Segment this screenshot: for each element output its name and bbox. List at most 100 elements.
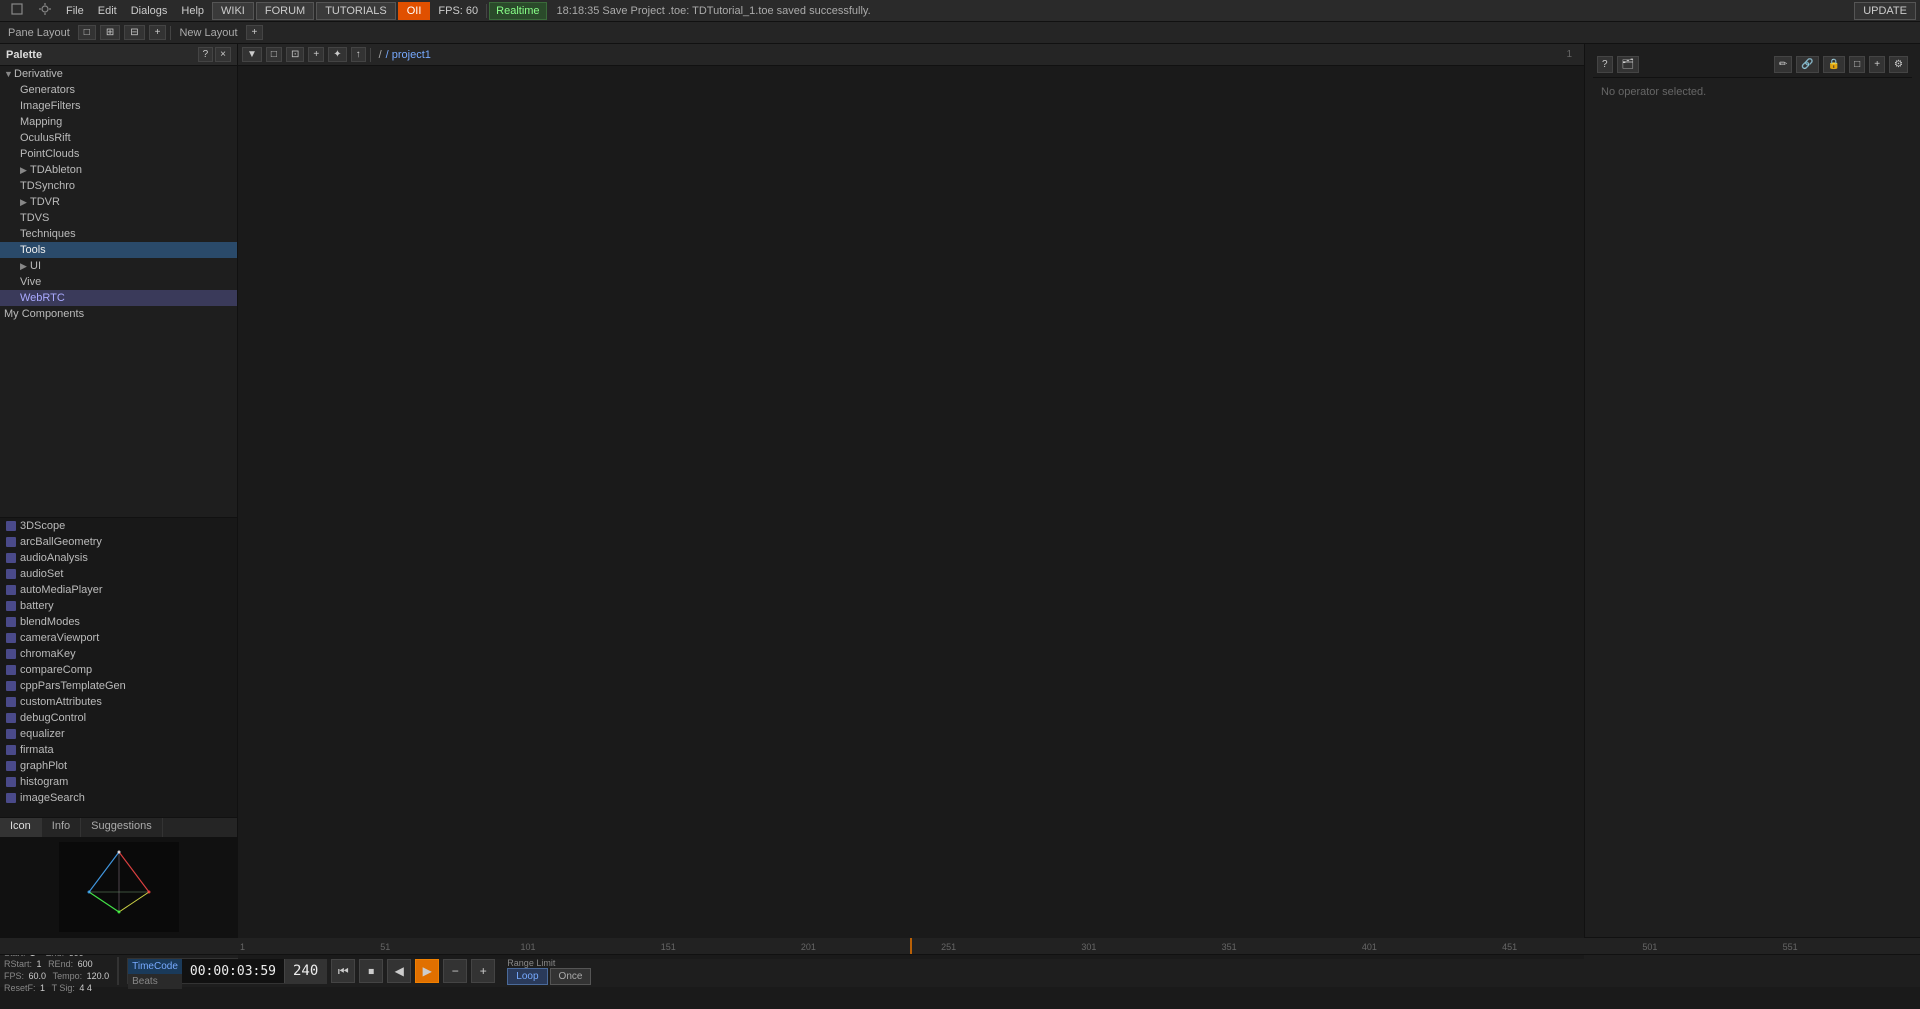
op-tool-pencil[interactable]: ✏	[1774, 56, 1792, 73]
tree-item-tools[interactable]: Tools	[0, 242, 237, 258]
tree-item-mapping[interactable]: Mapping	[0, 114, 237, 130]
canvas-background[interactable]	[238, 66, 1584, 959]
nav-btn-grid[interactable]: ⊡	[286, 47, 304, 62]
menu-help[interactable]: Help	[175, 3, 210, 19]
tempo-label: Tempo:	[53, 971, 83, 981]
timecode-display[interactable]: TimeCode Beats 00:00:03:59 240	[127, 958, 327, 984]
breadcrumb-project[interactable]: / project1	[386, 49, 431, 61]
center-canvas[interactable]: ▼ □ ⊡ + ✦ ↑ / / project1 1	[238, 44, 1585, 937]
menu-file[interactable]: File	[60, 3, 90, 19]
tree-item-pointclouds[interactable]: PointClouds	[0, 146, 237, 162]
tree-item-my-components[interactable]: My Components	[0, 306, 237, 322]
canvas-value-display: 1	[1558, 49, 1580, 60]
transport-stop[interactable]: ⏹	[359, 959, 383, 983]
tab-forum[interactable]: FORUM	[256, 2, 314, 20]
pane-layout-btn-1[interactable]: □	[78, 25, 96, 40]
range-btn-once[interactable]: Once	[550, 968, 592, 985]
tree-item-tdableton[interactable]: ▶ TDAbleton	[0, 162, 237, 178]
comp-item-3dscope[interactable]: 3DScope	[0, 518, 237, 534]
component-list: 3DScope arcBallGeometry audioAnalysis au…	[0, 517, 237, 817]
tab-oii[interactable]: OII	[398, 2, 431, 20]
timecode-label: TimeCode	[128, 959, 182, 974]
new-layout-label: New Layout	[175, 27, 241, 39]
comp-item-cameraviewport[interactable]: cameraViewport	[0, 630, 237, 646]
rend-value: 600	[78, 959, 93, 969]
comp-item-chromakey[interactable]: chromaKey	[0, 646, 237, 662]
pane-layout-btn-2[interactable]: ⊞	[100, 25, 120, 40]
tree-item-tdsynchro[interactable]: TDSynchro	[0, 178, 237, 194]
comp-icon-audioanalysis	[6, 553, 16, 563]
transport-minus[interactable]: −	[443, 959, 467, 983]
comp-item-audioanalysis[interactable]: audioAnalysis	[0, 550, 237, 566]
new-layout-add-btn[interactable]: +	[246, 25, 264, 40]
comp-item-firmata[interactable]: firmata	[0, 742, 237, 758]
range-btn-loop[interactable]: Loop	[507, 968, 547, 985]
comp-item-histogram[interactable]: histogram	[0, 774, 237, 790]
pane-layout-btn-4[interactable]: +	[149, 25, 167, 40]
tree-item-imagefilters[interactable]: ImageFilters	[0, 98, 237, 114]
tree-item-techniques[interactable]: Techniques	[0, 226, 237, 242]
ruler-tick-551: 551	[1783, 942, 1798, 952]
comp-item-blendmodes[interactable]: blendModes	[0, 614, 237, 630]
op-tool-lock[interactable]: 🔒	[1823, 56, 1845, 73]
transport-play[interactable]: ▶	[415, 959, 439, 983]
preview-tab-suggestions[interactable]: Suggestions	[81, 818, 163, 837]
comp-icon-customattributes	[6, 697, 16, 707]
tree-item-ui[interactable]: ▶ UI	[0, 258, 237, 274]
tree-item-tdvr[interactable]: ▶ TDVR	[0, 194, 237, 210]
comp-item-imagesearch[interactable]: imageSearch	[0, 790, 237, 806]
op-tool-btn-1[interactable]: ?	[1597, 56, 1613, 73]
palette-close-btn[interactable]: ×	[215, 47, 231, 62]
tree-arrow-tdvr: ▶	[20, 197, 30, 208]
op-tool-link[interactable]: 🔗	[1796, 56, 1818, 73]
palette-help-btn[interactable]: ?	[198, 47, 214, 62]
comp-icon-debugcontrol	[6, 713, 16, 723]
comp-item-battery[interactable]: battery	[0, 598, 237, 614]
comp-item-arcballgeometry[interactable]: arcBallGeometry	[0, 534, 237, 550]
comp-item-audioset[interactable]: audioSet	[0, 566, 237, 582]
op-tool-box[interactable]: □	[1849, 56, 1865, 73]
rstart-label: RStart:	[4, 959, 32, 969]
pane-layout-btn-3[interactable]: ⊟	[124, 25, 144, 40]
op-tool-plus[interactable]: +	[1869, 56, 1885, 73]
transport-plus[interactable]: +	[471, 959, 495, 983]
ruler-tick-101: 101	[520, 942, 535, 952]
comp-item-comparecomp[interactable]: compareComp	[0, 662, 237, 678]
op-tool-settings[interactable]: ⚙	[1889, 56, 1908, 73]
ruler-tick-501: 501	[1642, 942, 1657, 952]
transport-step-back[interactable]: ◀	[387, 959, 411, 983]
tree-item-oculusrift[interactable]: OculusRift	[0, 130, 237, 146]
tree-item-derivative[interactable]: ▼ Derivative	[0, 66, 237, 82]
nav-btn-plus[interactable]: +	[308, 47, 324, 62]
transport-skip-back[interactable]: ⏮	[331, 959, 355, 983]
comp-item-graphplot[interactable]: graphPlot	[0, 758, 237, 774]
comp-item-debugcontrol[interactable]: debugControl	[0, 710, 237, 726]
comp-item-automediaplayer[interactable]: autoMediaPlayer	[0, 582, 237, 598]
nav-btn-dropdown[interactable]: ▼	[242, 47, 262, 62]
tab-wiki[interactable]: WIKI	[212, 2, 254, 20]
comp-item-equalizer[interactable]: equalizer	[0, 726, 237, 742]
separator-2	[170, 26, 171, 40]
ruler-tick-151: 151	[661, 942, 676, 952]
pane-layout-label: Pane Layout	[4, 27, 74, 39]
nav-btn-up[interactable]: ↑	[351, 47, 366, 62]
nav-btn-star[interactable]: ✦	[328, 47, 346, 62]
comp-item-cppparstemplategen[interactable]: cppParsTemplateGen	[0, 678, 237, 694]
timeline-controls: Start: 1 End: 600 RStart: 1 REnd: 600 FP…	[0, 955, 1920, 987]
tree-item-tdvs[interactable]: TDVS	[0, 210, 237, 226]
preview-tab-icon[interactable]: Icon	[0, 818, 42, 837]
nav-btn-square[interactable]: □	[266, 47, 282, 62]
menu-edit[interactable]: Edit	[92, 3, 123, 19]
menu-dialogs[interactable]: Dialogs	[125, 3, 174, 19]
tree-item-generators[interactable]: Generators	[0, 82, 237, 98]
comp-item-customattributes[interactable]: customAttributes	[0, 694, 237, 710]
palette-title: Palette	[6, 49, 196, 61]
tree-item-webrtc[interactable]: WebRTC	[0, 290, 237, 306]
tree-arrow-derivative: ▼	[4, 69, 14, 79]
tab-tutorials[interactable]: TUTORIALS	[316, 2, 396, 20]
op-tool-btn-2[interactable]: 🗂	[1617, 56, 1640, 73]
palette-tree: ▼ Derivative Generators ImageFilters Map…	[0, 66, 237, 517]
tree-item-vive[interactable]: Vive	[0, 274, 237, 290]
preview-tab-info[interactable]: Info	[42, 818, 81, 837]
update-button[interactable]: UPDATE	[1854, 2, 1916, 20]
